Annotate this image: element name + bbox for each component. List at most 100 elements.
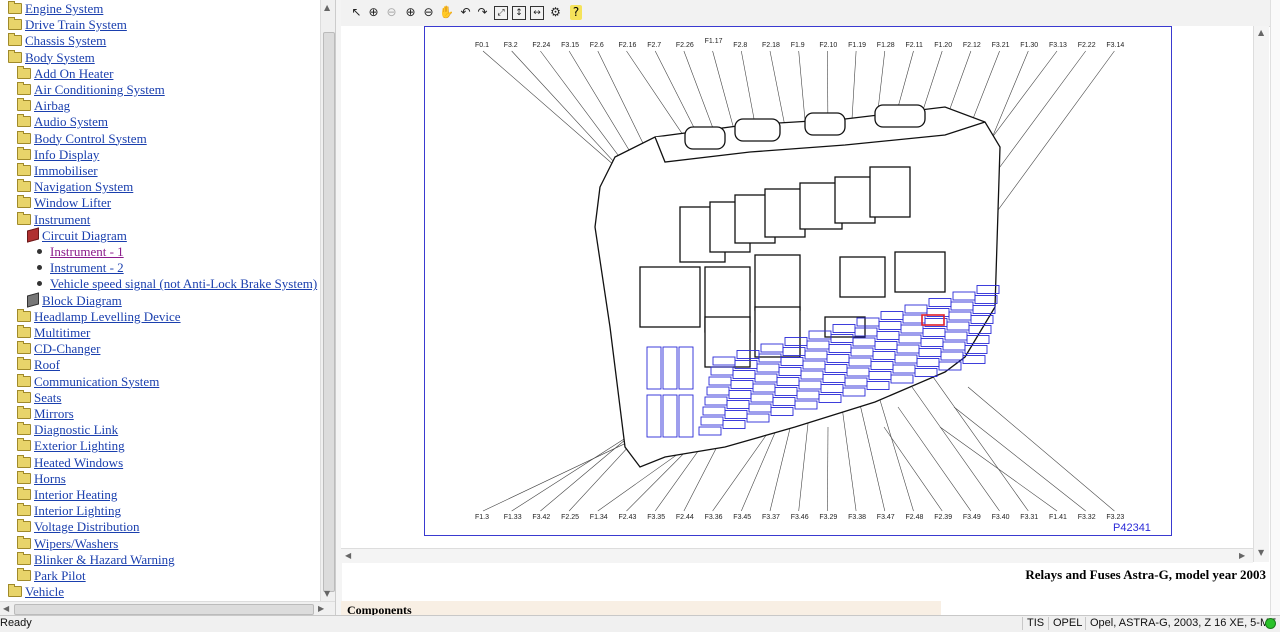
scroll-up-icon[interactable]: ▲ xyxy=(324,3,330,12)
fuse-label-bottom[interactable]: F3.31 xyxy=(1020,514,1038,521)
fuse-label-bottom[interactable]: F1.41 xyxy=(1049,514,1067,521)
tree-item[interactable]: Horns xyxy=(17,470,66,487)
tree-item-label[interactable]: Blinker & Hazard Warning xyxy=(34,552,175,567)
tree-item[interactable]: Park Pilot xyxy=(17,568,86,584)
tree-item[interactable]: Instrument - 1 xyxy=(37,244,124,260)
tree-item-label[interactable]: Exterior Lighting xyxy=(34,438,125,453)
tree-item-label[interactable]: Body System xyxy=(25,50,95,65)
tree-item[interactable]: Add On Heater xyxy=(17,65,113,82)
help-icon[interactable]: ? xyxy=(570,5,582,20)
fuse-label-top[interactable]: F1.28 xyxy=(877,42,895,49)
tree-item-label[interactable]: Diagnostic Link xyxy=(34,422,118,437)
tree-item[interactable]: Heated Windows xyxy=(17,454,123,471)
viewer-vertical-scrollbar[interactable]: ▲ ▼ xyxy=(1253,26,1269,562)
fuse-label-top[interactable]: F3.21 xyxy=(992,42,1010,49)
tree-item-label[interactable]: Air Conditioning System xyxy=(34,82,165,97)
fuse-label-top[interactable]: F3.14 xyxy=(1106,42,1124,49)
tree-item[interactable]: Engine System xyxy=(8,1,103,17)
tree-item-label[interactable]: Instrument - 1 xyxy=(50,244,124,259)
tree-item-label[interactable]: Communication System xyxy=(34,374,159,389)
tree-item[interactable]: Seats xyxy=(17,389,61,406)
tree-hscroll-thumb[interactable] xyxy=(14,604,314,615)
tree-item-label[interactable]: Engine System xyxy=(25,1,103,16)
tree-item[interactable]: Diagnostic Link xyxy=(17,422,118,438)
zoom-out-icon[interactable]: ⊖ xyxy=(384,5,399,20)
tree-item[interactable]: Vehicle speed signal (not Anti-Lock Brak… xyxy=(37,276,317,292)
fuse-label-top[interactable]: F1.30 xyxy=(1020,42,1038,49)
tree-item-label[interactable]: Info Display xyxy=(34,147,99,162)
tree-item[interactable]: Circuit Diagram xyxy=(27,227,127,244)
fuse-label-top[interactable]: F2.16 xyxy=(619,42,637,49)
zoom-in-icon[interactable]: ⊕ xyxy=(366,5,381,20)
tree-item[interactable]: Vehicle xyxy=(8,584,64,600)
fuse-box-diagram[interactable]: F0.1 F3.2 F2.24 F3.15 F2.6 F2.16 F2.7 F2.26 F1.1… xyxy=(425,27,1171,535)
fuse-label-top[interactable]: F2.26 xyxy=(676,42,694,49)
fuse-label-top[interactable]: F2.10 xyxy=(819,42,837,49)
tree-item[interactable]: Navigation System xyxy=(17,179,133,195)
tree-item[interactable]: Body System xyxy=(8,49,95,66)
tree-scroll-thumb[interactable] xyxy=(323,32,335,592)
scroll-left-icon[interactable]: ◀ xyxy=(3,604,9,613)
tree-item-label[interactable]: Multitimer xyxy=(34,325,90,340)
tree-item[interactable]: Audio System xyxy=(17,114,108,130)
fuse-label-bottom[interactable]: F3.29 xyxy=(819,514,837,521)
fuse-label-bottom[interactable]: F3.45 xyxy=(733,514,751,521)
fuse-label-top[interactable]: F1.20 xyxy=(934,42,952,49)
fuse-label-top[interactable]: F3.2 xyxy=(504,42,518,49)
fuse-label-bottom[interactable]: F2.48 xyxy=(906,514,924,521)
tree-item-label[interactable]: Mirrors xyxy=(34,406,74,421)
fuse-label-bottom[interactable]: F3.36 xyxy=(705,514,723,521)
tree-item[interactable]: Air Conditioning System xyxy=(17,82,165,98)
pan-hand-icon[interactable]: ✋ xyxy=(439,5,454,20)
tree-item[interactable]: Voltage Distribution xyxy=(17,519,140,535)
tree-item-label[interactable]: Instrument - 2 xyxy=(50,260,124,275)
viewer-scroll-down-icon[interactable]: ▼ xyxy=(1258,548,1264,557)
fuse-label-bottom[interactable]: F2.39 xyxy=(934,514,952,521)
fuse-label-top[interactable]: F2.22 xyxy=(1078,42,1096,49)
tree-item[interactable]: Immobiliser xyxy=(17,163,98,179)
fuse-label-bottom[interactable]: F3.37 xyxy=(762,514,780,521)
component-search-icon[interactable]: ⚙ xyxy=(548,5,563,20)
fuse-label-top[interactable]: F2.18 xyxy=(762,42,780,49)
tree-item[interactable]: Wipers/Washers xyxy=(17,535,118,552)
tree-item-label[interactable]: Window Lifter xyxy=(34,195,111,210)
pointer-icon[interactable]: ↖ xyxy=(349,5,364,20)
tree-item[interactable]: Exterior Lighting xyxy=(17,438,125,454)
tree-item[interactable]: CD-Changer xyxy=(17,341,100,357)
tree-item[interactable]: Blinker & Hazard Warning xyxy=(17,551,175,568)
tree-item[interactable]: Body Control System xyxy=(17,130,147,147)
tree-item-label[interactable]: Voltage Distribution xyxy=(34,519,140,534)
tree-item[interactable]: Window Lifter xyxy=(17,195,111,211)
tree-item-label[interactable]: Add On Heater xyxy=(34,66,113,81)
tree-item-label[interactable]: Wipers/Washers xyxy=(34,536,118,551)
fuse-label-top[interactable]: F3.15 xyxy=(561,42,579,49)
tree-item[interactable]: Instrument xyxy=(17,211,90,228)
fuse-label-top[interactable]: F2.12 xyxy=(963,42,981,49)
tree-item[interactable]: Block Diagram xyxy=(27,291,122,309)
fuse-label-bottom[interactable]: F1.34 xyxy=(590,514,608,521)
fuse-label-bottom[interactable]: F3.42 xyxy=(532,514,550,521)
viewer-horizontal-scrollbar[interactable]: ◀ ▶ xyxy=(341,548,1253,563)
fuse-label-bottom[interactable]: F3.32 xyxy=(1078,514,1096,521)
tree-item-label[interactable]: Audio System xyxy=(34,114,108,129)
tree-vertical-scrollbar[interactable]: ▲ ▼ xyxy=(320,0,336,601)
tree-item[interactable]: Interior Heating xyxy=(17,487,117,503)
zoom-out-small-icon[interactable]: ⊖ xyxy=(421,5,436,20)
fuse-label-bottom[interactable]: F3.47 xyxy=(877,514,895,521)
fuse-label-top[interactable]: F2.11 xyxy=(906,42,923,49)
tree-item[interactable]: Chassis System xyxy=(8,33,106,49)
tree-item-label[interactable]: Seats xyxy=(34,390,61,405)
tree-item-label[interactable]: Instrument xyxy=(34,212,90,227)
tree-item-label[interactable]: Chassis System xyxy=(25,33,106,48)
fuse-label-bottom[interactable]: F2.43 xyxy=(619,514,637,521)
tree-item[interactable]: Instrument - 2 xyxy=(37,260,124,276)
fuse-label-bottom[interactable]: F2.25 xyxy=(561,514,579,521)
tree-item-label[interactable]: Immobiliser xyxy=(34,163,98,178)
document-scrollbar[interactable] xyxy=(1270,0,1280,615)
viewer-scroll-right-icon[interactable]: ▶ xyxy=(1239,551,1245,560)
rotate-right-icon[interactable]: ↷ xyxy=(475,5,490,20)
tree-item[interactable]: Multitimer xyxy=(17,325,90,341)
fuse-label-bottom[interactable]: F1.33 xyxy=(504,514,522,521)
tree-item-label[interactable]: Roof xyxy=(34,357,60,372)
fuse-slot[interactable] xyxy=(962,355,986,364)
